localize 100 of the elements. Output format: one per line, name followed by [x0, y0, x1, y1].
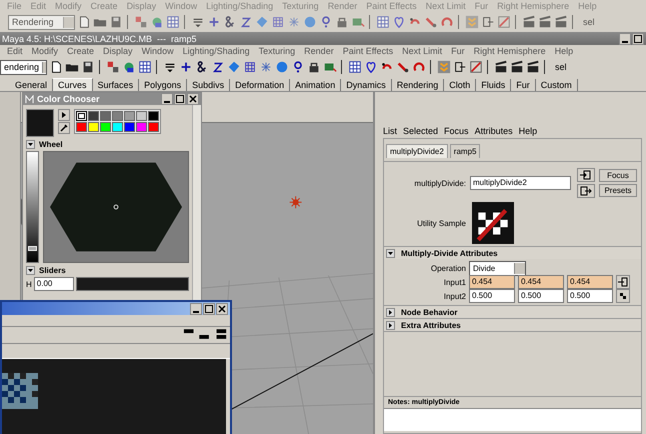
node-icon[interactable]: [106, 60, 120, 74]
color-swatch[interactable]: [136, 111, 147, 121]
section-header[interactable]: Node Behavior: [384, 306, 641, 318]
node-icon[interactable]: [134, 15, 148, 29]
color-swatch[interactable]: [100, 111, 111, 121]
number-field[interactable]: 0.454: [518, 275, 564, 289]
section-title: Sliders: [39, 266, 66, 274]
light-icon: [289, 196, 302, 209]
color-swatch[interactable]: [88, 122, 99, 132]
minimize-button[interactable]: [190, 302, 202, 314]
maximize-button[interactable]: [632, 32, 644, 44]
panel-button[interactable]: Focus: [599, 169, 637, 182]
color-swatch[interactable]: [148, 111, 159, 121]
minimize-button[interactable]: [161, 93, 173, 105]
number-field[interactable]: 0.454: [469, 275, 515, 289]
maximize-button[interactable]: [174, 93, 186, 105]
output-connection-icon[interactable]: [577, 184, 595, 198]
expand-toggle-icon[interactable]: [26, 140, 35, 148]
menu-item[interactable]: Right Hemisphere: [474, 46, 546, 56]
menu-item[interactable]: Lighting/Shading: [182, 46, 250, 56]
field-label: Input1: [442, 278, 466, 286]
color-swatch[interactable]: [100, 122, 111, 132]
menu-item[interactable]: Fur: [451, 46, 465, 56]
section-title: Wheel: [39, 140, 63, 148]
value-slider[interactable]: [26, 151, 39, 263]
menu-set-dropdown[interactable]: endering: [0, 60, 47, 74]
expand-toggle-icon[interactable]: [26, 266, 35, 274]
app-logo-icon: [25, 94, 34, 104]
shelf-tab[interactable]: Curves: [53, 78, 93, 91]
section-header[interactable]: Sliders: [26, 265, 189, 275]
menu-item[interactable]: Paint Effects: [342, 46, 394, 56]
color-swatch[interactable]: [76, 122, 87, 132]
color-swatch[interactable]: [124, 111, 135, 121]
color-wheel[interactable]: [43, 151, 189, 263]
maximize-button[interactable]: [203, 302, 215, 314]
selection-label[interactable]: sel: [555, 62, 567, 72]
color-swatch[interactable]: [148, 122, 159, 132]
menu-item[interactable]: Next Limit: [402, 46, 442, 56]
menu-item[interactable]: Create: [67, 46, 94, 56]
number-field[interactable]: 0.454: [567, 275, 613, 289]
menu-item[interactable]: Help: [554, 46, 574, 56]
color-swatch[interactable]: [112, 122, 123, 132]
selection-label[interactable]: sel: [583, 17, 595, 27]
expand-toggle-icon[interactable]: [386, 248, 395, 258]
field-label: Input2: [442, 292, 466, 300]
node-tab[interactable]: ramp5: [450, 144, 480, 158]
color-swatch[interactable]: [136, 122, 147, 132]
close-button[interactable]: [187, 93, 199, 105]
expand-toggle-icon[interactable]: [386, 320, 395, 330]
section-title: Extra Attributes: [401, 320, 461, 330]
grid-icon[interactable]: [138, 60, 152, 74]
menu-item[interactable]: Texturing: [258, 46, 296, 56]
menu-item[interactable]: Display: [103, 46, 133, 56]
field-label: H: [26, 280, 32, 288]
menu-item[interactable]: Focus: [444, 126, 469, 136]
checker-icon[interactable]: [616, 289, 630, 303]
minimize-button[interactable]: [619, 32, 631, 44]
section-header[interactable]: Multiply-Divide Attributes: [384, 247, 641, 259]
input-connection-icon[interactable]: [577, 168, 595, 182]
scrollbar[interactable]: [192, 105, 201, 303]
color-swatch[interactable]: [112, 111, 123, 121]
panel-button[interactable]: Presets: [599, 184, 637, 197]
section-title: Multiply-Divide Attributes: [401, 248, 498, 258]
current-color-swatch: [26, 109, 54, 137]
menu-item[interactable]: Modify: [32, 46, 58, 56]
node-label: multiplyDivide:: [413, 178, 466, 188]
menu-item[interactable]: Attributes: [474, 126, 513, 136]
color-swatch[interactable]: [124, 122, 135, 132]
number-field[interactable]: 0.500: [567, 289, 613, 303]
number-field[interactable]: 0.500: [518, 289, 564, 303]
sample-label: Utility Sample: [416, 218, 466, 228]
menu-set-dropdown[interactable]: Rendering: [8, 14, 75, 30]
section-title: Node Behavior: [401, 308, 458, 316]
color-swatch[interactable]: [76, 111, 87, 121]
play-icon[interactable]: [58, 109, 70, 121]
expand-toggle-icon[interactable]: [386, 308, 395, 316]
menu-item[interactable]: Edit: [7, 46, 23, 56]
menu-item[interactable]: Help: [518, 126, 538, 136]
section-header[interactable]: Extra Attributes: [384, 319, 641, 331]
section-header[interactable]: Wheel: [26, 139, 189, 149]
window-title: Color Chooser: [37, 94, 101, 104]
eyedropper-icon[interactable]: [58, 122, 70, 134]
connection-icon[interactable]: [616, 275, 630, 289]
shelf-tab[interactable]: Surfaces: [92, 79, 140, 91]
grid-icon[interactable]: [348, 60, 362, 74]
node-name-field[interactable]: multiplyDivide2: [470, 176, 571, 190]
notes-field[interactable]: [384, 408, 641, 431]
slider-thumb[interactable]: [28, 246, 37, 251]
menu-item[interactable]: Selected: [403, 126, 438, 136]
shelf-tab[interactable]: Rendering: [392, 79, 444, 91]
node-tab[interactable]: multiplyDivide2: [386, 144, 448, 158]
operation-dropdown[interactable]: Divide: [469, 260, 526, 276]
menu-item[interactable]: Render: [304, 46, 334, 56]
menu-item[interactable]: List: [383, 126, 398, 136]
menu-item[interactable]: Window: [142, 46, 174, 56]
color-swatch[interactable]: [88, 111, 99, 121]
hue-field[interactable]: 0.00: [34, 277, 74, 291]
field-label: Operation: [430, 264, 466, 272]
close-button[interactable]: [216, 302, 228, 314]
number-field[interactable]: 0.500: [469, 289, 515, 303]
